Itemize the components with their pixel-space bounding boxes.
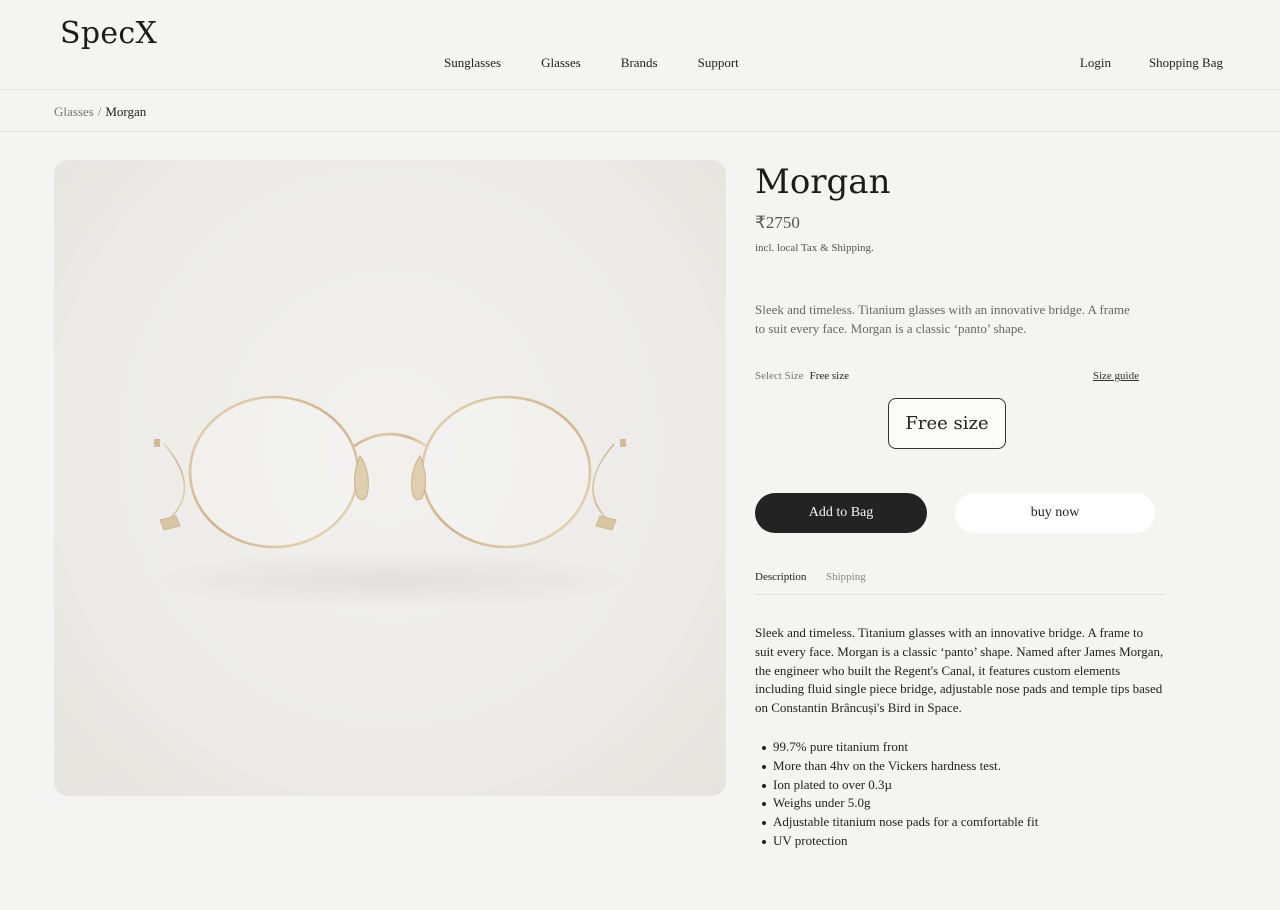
short-description: Sleek and timeless. Titanium glasses wit… — [755, 302, 1130, 336]
product-title: Morgan — [755, 162, 891, 202]
product-image — [54, 160, 726, 796]
nav-item-glasses[interactable]: Glasses — [541, 55, 581, 71]
breadcrumb-separator: / — [97, 104, 102, 119]
product-price: ₹2750 — [755, 213, 800, 232]
login-link[interactable]: Login — [1080, 55, 1111, 71]
size-option-free-size[interactable]: Free size — [888, 398, 1006, 449]
feature-item: UV protection — [755, 832, 1165, 851]
feature-item: 99.7% pure titanium front — [755, 738, 1165, 757]
long-description: Sleek and timeless. Titanium glasses wit… — [755, 625, 1164, 716]
feature-list: 99.7% pure titanium front More than 4hv … — [755, 738, 1165, 851]
selected-size-value: Free size — [809, 370, 849, 382]
size-selector-row: Select Size Free size Size guide — [755, 370, 1139, 382]
product-tabs: Description Shipping — [755, 570, 1165, 595]
buy-now-button[interactable]: buy now — [955, 493, 1155, 533]
feature-item: Adjustable titanium nose pads for a comf… — [755, 813, 1165, 832]
round-titanium-glasses-image — [150, 395, 630, 610]
site-header: SpecX Sunglasses Glasses Brands Support … — [0, 0, 1280, 90]
breadcrumb-bar: Glasses / Morgan — [0, 90, 1280, 132]
add-to-bag-button[interactable]: Add to Bag — [755, 493, 927, 533]
account-nav: Login Shopping Bag — [1042, 55, 1223, 71]
main-nav: Sunglasses Glasses Brands Support — [444, 55, 779, 71]
tax-note: incl. local Tax & Shipping. — [755, 242, 874, 254]
select-size-label: Select Size — [755, 370, 804, 382]
feature-item: More than 4hv on the Vickers hardness te… — [755, 757, 1165, 776]
breadcrumb: Glasses / Morgan — [54, 104, 146, 120]
breadcrumb-glasses-link[interactable]: Glasses — [54, 104, 94, 119]
feature-item: Weighs under 5.0g — [755, 794, 1165, 813]
breadcrumb-current: Morgan — [105, 104, 147, 119]
nav-item-sunglasses[interactable]: Sunglasses — [444, 55, 501, 71]
nav-item-brands[interactable]: Brands — [621, 55, 658, 71]
shopping-bag-link[interactable]: Shopping Bag — [1149, 55, 1223, 71]
tab-shipping[interactable]: Shipping — [826, 571, 866, 583]
tab-description[interactable]: Description — [755, 571, 806, 583]
size-guide-link[interactable]: Size guide — [1093, 370, 1139, 382]
nav-item-support[interactable]: Support — [698, 55, 739, 71]
site-logo[interactable]: SpecX — [60, 16, 157, 51]
feature-item: Ion plated to over 0.3µ — [755, 776, 1165, 795]
